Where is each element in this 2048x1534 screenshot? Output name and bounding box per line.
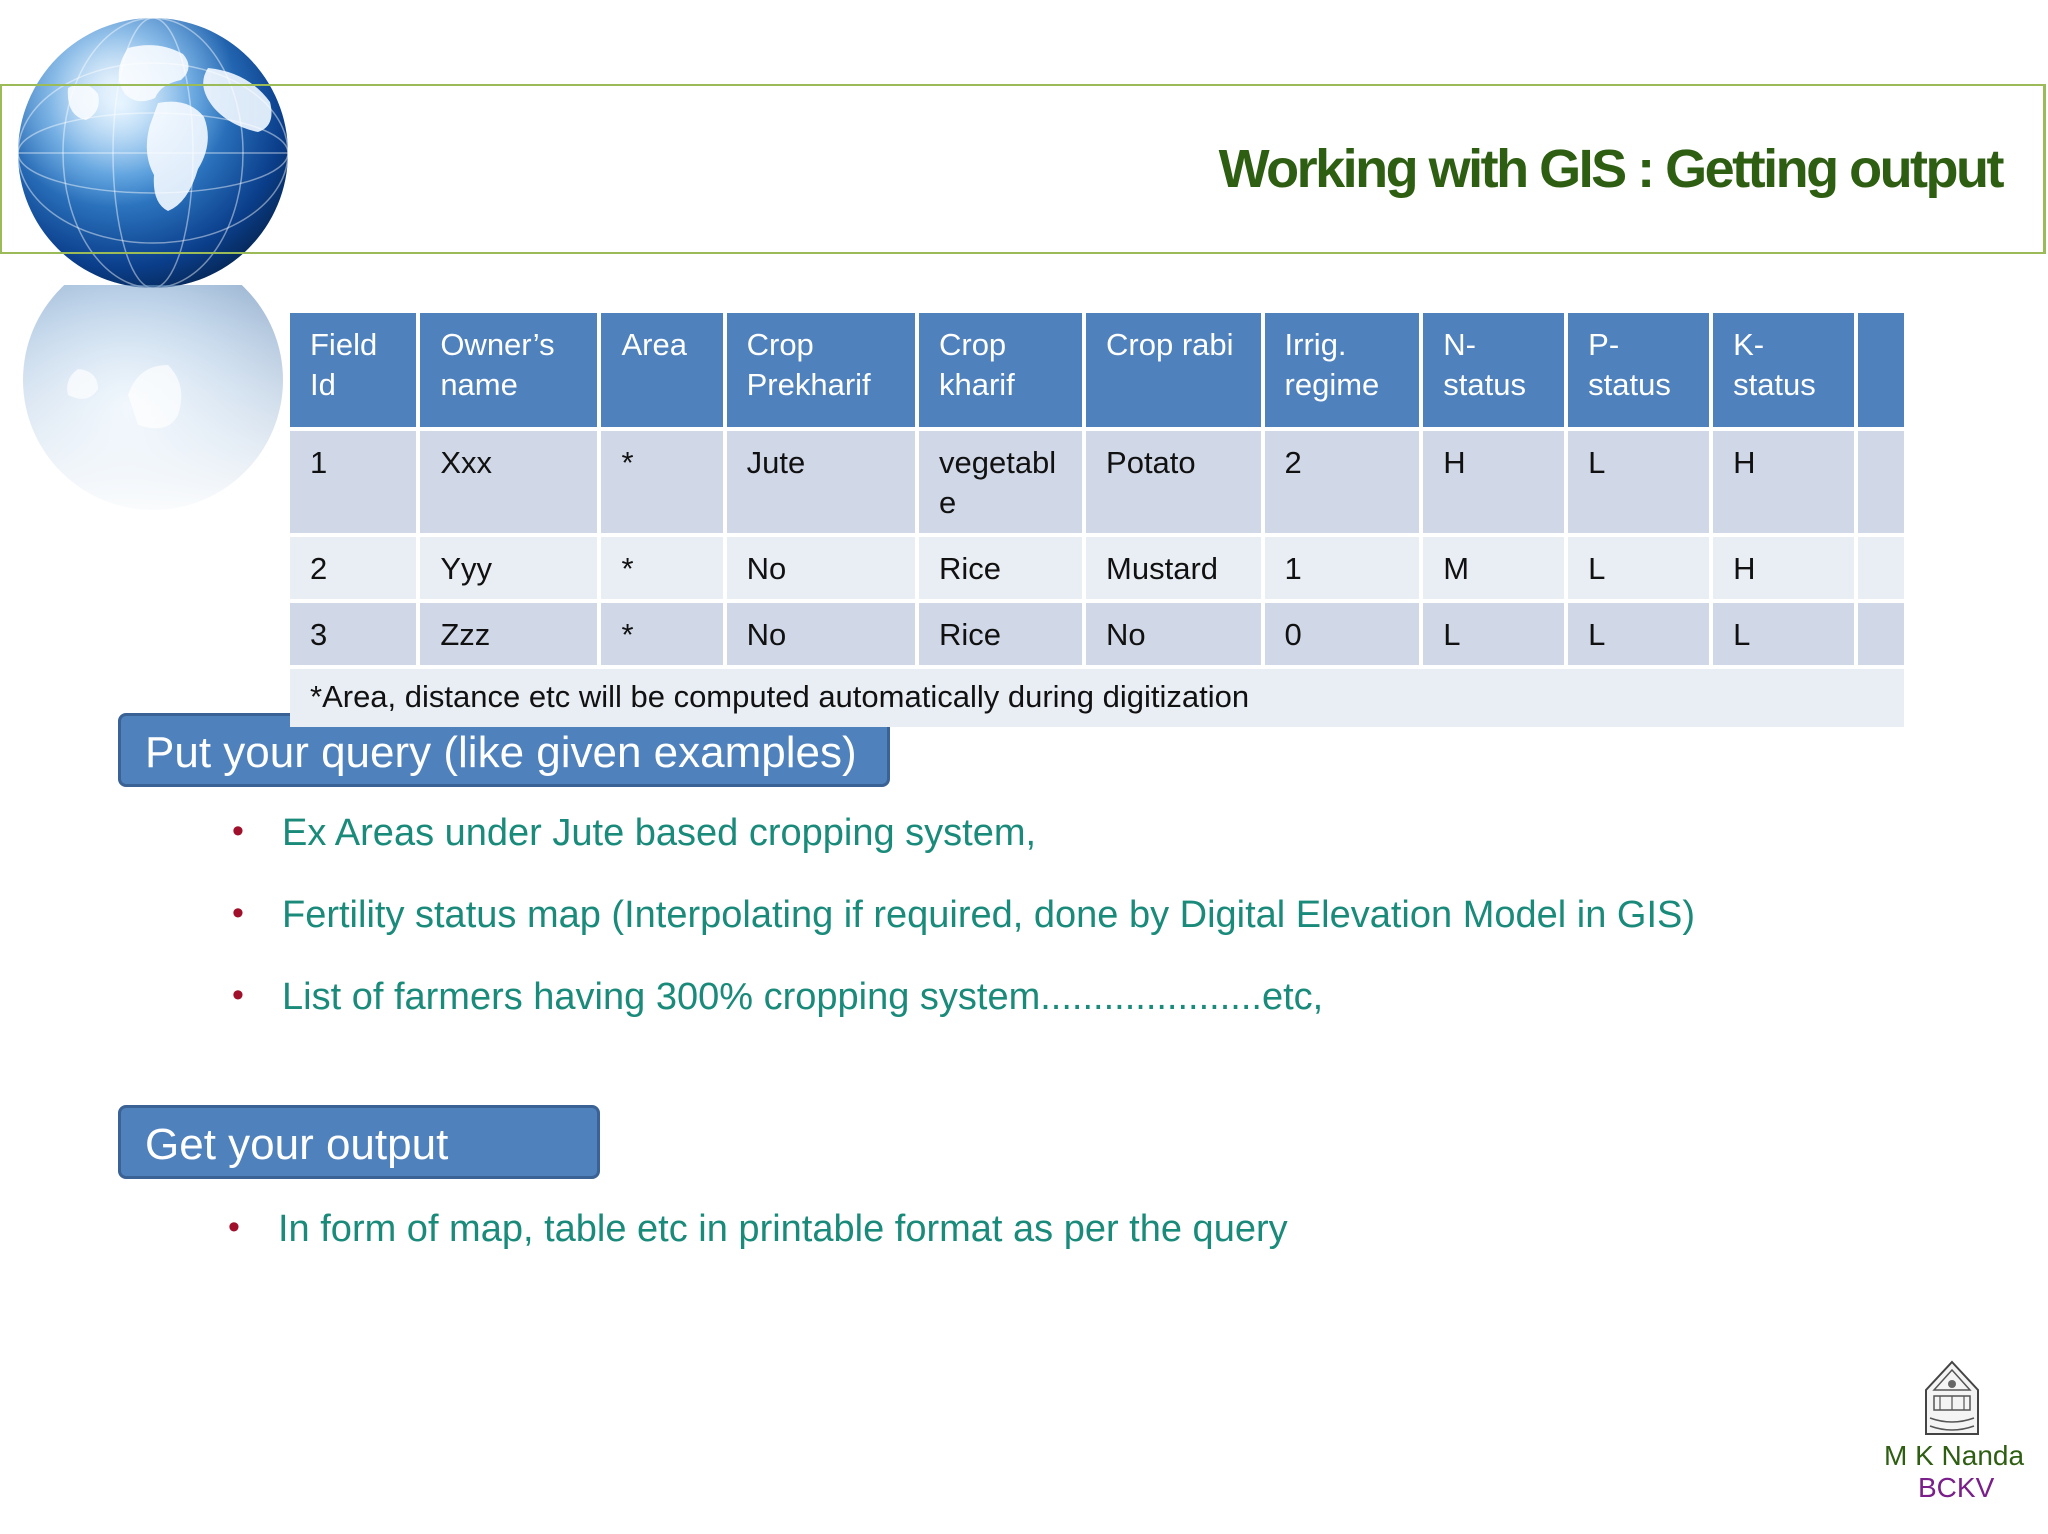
table-cell: Jute (726, 431, 915, 533)
table-cell: No (726, 603, 915, 665)
table-cell: Yyy (420, 537, 598, 599)
bullet-dot-icon: • (232, 976, 244, 1014)
table-cell: Rice (918, 603, 1083, 665)
output-section-label: Get your output (145, 1120, 449, 1169)
table-cell: L (1713, 603, 1854, 665)
header-irrig-regime: Irrig. regime (1264, 313, 1420, 427)
table-cell: 1 (290, 431, 417, 533)
university-seal-icon (1925, 1360, 1979, 1435)
table-cell: 3 (290, 603, 417, 665)
table-cell: L (1568, 603, 1710, 665)
institution-name: BCKV (1918, 1472, 1995, 1503)
table-cell: Potato (1086, 431, 1261, 533)
bullet-dot-icon: • (232, 812, 244, 850)
table-cell: * (601, 603, 723, 665)
header-crop-prekharif: Crop Prekharif (726, 313, 915, 427)
header-crop-rabi: Crop rabi (1086, 313, 1261, 427)
table-cell: 2 (1264, 431, 1420, 533)
table-cell (1857, 431, 1904, 533)
table-cell: Mustard (1086, 537, 1261, 599)
table-cell: H (1713, 537, 1854, 599)
header-field-id: Field Id (290, 313, 417, 427)
list-item-text: Fertility status map (Interpolating if r… (282, 894, 1695, 936)
table-cell: vegetable (918, 431, 1083, 533)
table-cell: No (1086, 603, 1261, 665)
table-cell: * (601, 537, 723, 599)
bullet-dot-icon: • (232, 894, 244, 932)
author-name: M K Nanda (1884, 1440, 2025, 1471)
header-n-status: N-status (1423, 313, 1565, 427)
output-list: • In form of map, table etc in printable … (228, 1208, 1288, 1251)
list-item-text: Ex Areas under Jute based cropping syste… (282, 812, 1037, 854)
header-owner-name: Owner’s name (420, 313, 598, 427)
header-area: Area (601, 313, 723, 427)
list-item: • List of farmers having 300% cropping sy… (232, 976, 1695, 1058)
table-cell: No (726, 537, 915, 599)
table-cell: M (1423, 537, 1565, 599)
table-cell: 2 (290, 537, 417, 599)
table-cell: H (1423, 431, 1565, 533)
table-cell: L (1423, 603, 1565, 665)
list-item-text: List of farmers having 300% cropping sys… (282, 976, 1324, 1018)
table-note-row: *Area, distance etc will be computed aut… (290, 669, 1904, 727)
globe-reflection-image (8, 285, 298, 525)
list-item-text: In form of map, table etc in printable f… (278, 1208, 1288, 1250)
header-p-status: P-status (1568, 313, 1710, 427)
output-section-header: Get your output (118, 1105, 600, 1179)
table-cell: * (601, 431, 723, 533)
query-examples-list: • Ex Areas under Jute based cropping syst… (232, 812, 1695, 1058)
table-row: 2 Yyy * No Rice Mustard 1 M L H (290, 537, 1904, 599)
query-section-label: Put your query (like given examples) (145, 728, 857, 777)
header-crop-kharif: Crop kharif (918, 313, 1083, 427)
table-header-row: Field Id Owner’s name Area Crop Prekhari… (290, 313, 1904, 427)
header-k-status: K-status (1713, 313, 1854, 427)
list-item: • Ex Areas under Jute based cropping syst… (232, 812, 1695, 894)
table-cell: Rice (918, 537, 1083, 599)
bullet-dot-icon: • (228, 1208, 240, 1246)
table-cell: L (1568, 537, 1710, 599)
list-item: • Fertility status map (Interpolating if … (232, 894, 1695, 976)
table-cell: H (1713, 431, 1854, 533)
table-cell: Zzz (420, 603, 598, 665)
table-row: 1 Xxx * Jute vegetable Potato 2 H L H (290, 431, 1904, 533)
list-item: • In form of map, table etc in printable … (228, 1208, 1288, 1251)
table-note: *Area, distance etc will be computed aut… (290, 669, 1904, 727)
slide-title: Working with GIS : Getting output (1218, 139, 2005, 199)
table-cell: L (1568, 431, 1710, 533)
table-cell: 1 (1264, 537, 1420, 599)
table-row: 3 Zzz * No Rice No 0 L L L (290, 603, 1904, 665)
table-cell (1857, 603, 1904, 665)
header-blank (1857, 313, 1904, 427)
table-cell: Xxx (420, 431, 598, 533)
table-cell: 0 (1264, 603, 1420, 665)
table-cell (1857, 537, 1904, 599)
field-data-table: Field Id Owner’s name Area Crop Prekhari… (286, 309, 1908, 731)
